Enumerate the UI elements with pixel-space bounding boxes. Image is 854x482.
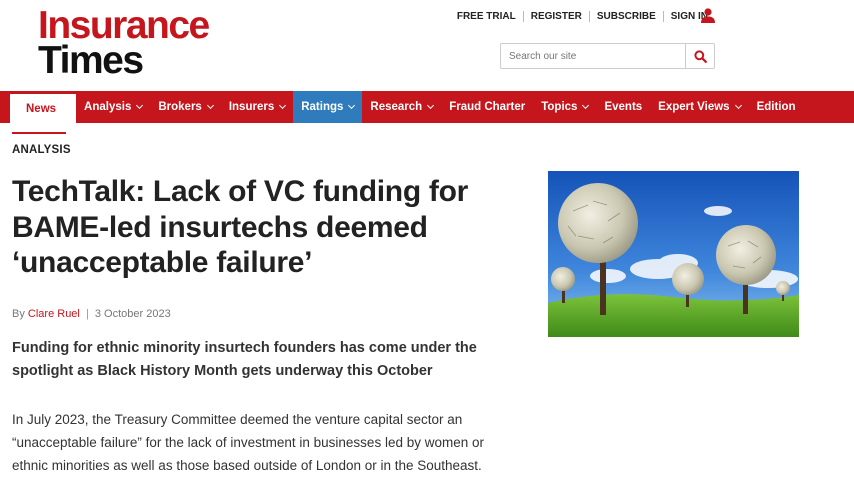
nav-item-ratings[interactable]: Ratings [293,91,363,123]
nav-item-topics[interactable]: Topics [533,91,596,123]
nav-item-label: News [26,102,57,115]
money-trees-image [548,171,799,337]
nav-item-label: Edition [756,101,796,113]
article-body: In July 2023, the Treasury Committee dee… [12,412,484,473]
main-nav: News Analysis Brokers Insurers Ratings R… [0,91,854,123]
site-logo[interactable]: Insurance Times [38,6,210,82]
section-label[interactable]: ANALYSIS [12,144,71,156]
search-button[interactable] [685,44,714,68]
register-link[interactable]: REGISTER [522,11,589,22]
nav-item-label: Ratings [301,101,344,113]
nav-item-expert-views[interactable]: Expert Views [650,91,748,123]
user-icon[interactable] [700,7,716,23]
search-input[interactable] [501,45,681,67]
nav-item-label: Brokers [158,101,202,113]
chevron-down-icon [734,101,742,110]
subscribe-link[interactable]: SUBSCRIBE [588,11,663,22]
nav-item-label: Topics [541,101,578,113]
article-standfirst: Funding for ethnic minority insurtech fo… [12,340,477,379]
chevron-down-icon [582,101,590,110]
nav-item-analysis[interactable]: Analysis [76,91,150,123]
nav-item-news[interactable]: News [10,91,77,123]
nav-item-edition[interactable]: Edition [749,91,804,123]
nav-item-label: Analysis [84,101,132,113]
section-divider [12,132,66,134]
nav-item-insurers[interactable]: Insurers [221,91,293,123]
nav-item-label: Fraud Charter [449,101,526,113]
nav-item-label: Insurers [228,101,275,113]
logo-line-times: Times [38,39,144,82]
nav-item-label: Events [604,101,643,113]
nav-item-events[interactable]: Events [596,91,650,123]
byline-separator: | [85,308,89,320]
top-links: FREE TRIAL REGISTER SUBSCRIBE SIGN IN [450,11,715,22]
nav-item-label: Research [370,101,423,113]
byline: By Clare Ruel | 3 October 2023 [12,308,171,320]
article-headline: TechTalk: Lack of VC funding for BAME-le… [12,175,468,279]
search-box [500,43,715,69]
chevron-down-icon [348,101,356,110]
publish-date: 3 October 2023 [94,308,171,320]
chevron-down-icon [427,101,435,110]
nav-item-brokers[interactable]: Brokers [150,91,220,123]
nav-item-fraud-charter[interactable]: Fraud Charter [441,91,533,123]
search-icon [693,49,707,63]
chevron-down-icon [206,101,214,110]
author-link[interactable]: Clare Ruel [28,308,80,320]
chevron-down-icon [279,101,287,110]
free-trial-link[interactable]: FREE TRIAL [450,11,523,22]
byline-prefix: By [12,308,25,320]
chevron-down-icon [136,101,144,110]
nav-item-research[interactable]: Research [362,91,441,123]
nav-item-label: Expert Views [658,101,730,113]
